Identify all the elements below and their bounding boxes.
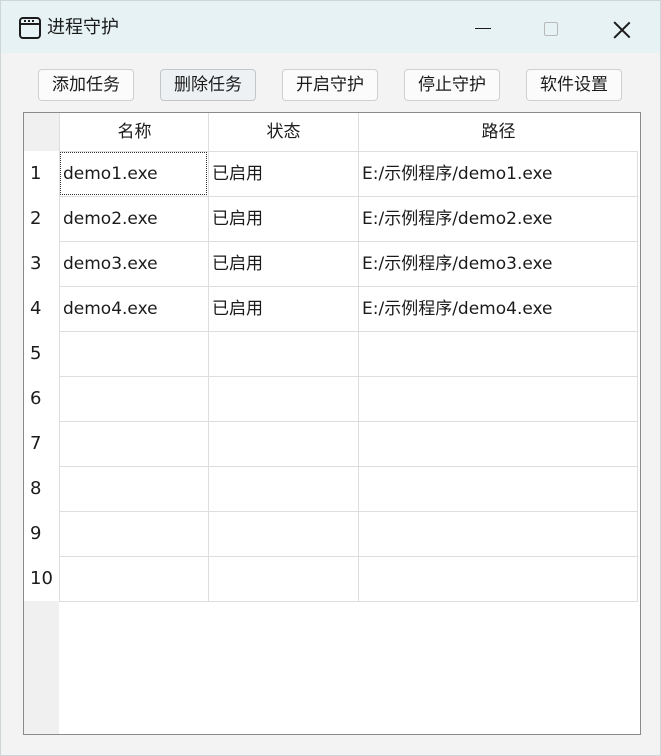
row-number[interactable]: 8 — [24, 466, 59, 511]
row-number[interactable]: 5 — [24, 331, 59, 376]
cell-path[interactable]: E:/示例程序/demo1.exe — [358, 151, 638, 196]
column-header-status[interactable]: 状态 — [208, 113, 358, 151]
cell-path[interactable] — [358, 466, 638, 511]
row-number[interactable]: 2 — [24, 196, 59, 241]
cell-status[interactable] — [208, 556, 358, 601]
add-task-button[interactable]: 添加任务 — [38, 69, 134, 101]
cell-name[interactable] — [59, 556, 208, 601]
cell-status[interactable] — [208, 421, 358, 466]
cell-name[interactable] — [59, 466, 208, 511]
maximize-button[interactable] — [529, 9, 575, 47]
cell-path[interactable] — [358, 556, 638, 601]
row-number[interactable]: 9 — [24, 511, 59, 556]
cell-path[interactable] — [358, 331, 638, 376]
cell-status[interactable] — [208, 376, 358, 421]
window-title: 进程守护 — [47, 17, 119, 38]
maximize-icon — [544, 22, 558, 36]
cell-name[interactable]: demo3.exe — [59, 241, 208, 286]
cell-name[interactable]: demo1.exe — [59, 151, 208, 196]
window-app-icon — [19, 17, 41, 39]
minimize-icon — [475, 28, 491, 29]
cell-status[interactable]: 已启用 — [208, 286, 358, 331]
cell-status[interactable]: 已启用 — [208, 151, 358, 196]
cell-name[interactable] — [59, 331, 208, 376]
cell-status[interactable]: 已启用 — [208, 241, 358, 286]
row-number[interactable]: 6 — [24, 376, 59, 421]
settings-button[interactable]: 软件设置 — [526, 69, 622, 101]
row-number[interactable]: 10 — [24, 556, 59, 601]
delete-task-button[interactable]: 删除任务 — [160, 69, 256, 101]
row-number[interactable]: 3 — [24, 241, 59, 286]
cell-name[interactable]: demo4.exe — [59, 286, 208, 331]
cell-name[interactable] — [59, 421, 208, 466]
app-window: 进程守护 添加任务 删除任务 开启守护 停止守护 软件设置 名称 状态 路径 1… — [0, 0, 661, 756]
column-header-path[interactable]: 路径 — [358, 113, 638, 151]
cell-name[interactable] — [59, 376, 208, 421]
cell-path[interactable] — [358, 376, 638, 421]
cell-name[interactable]: demo2.exe — [59, 196, 208, 241]
close-button[interactable] — [599, 9, 645, 47]
stop-guard-button[interactable]: 停止守护 — [404, 69, 500, 101]
cell-status[interactable]: 已启用 — [208, 196, 358, 241]
row-number[interactable]: 7 — [24, 421, 59, 466]
cell-path[interactable]: E:/示例程序/demo4.exe — [358, 286, 638, 331]
cell-path[interactable]: E:/示例程序/demo3.exe — [358, 241, 638, 286]
row-number[interactable]: 4 — [24, 286, 59, 331]
cell-path[interactable] — [358, 421, 638, 466]
column-header-name[interactable]: 名称 — [59, 113, 209, 151]
table-bottom-border — [59, 601, 638, 602]
cell-path[interactable] — [358, 511, 638, 556]
cell-name[interactable] — [59, 511, 208, 556]
cell-status[interactable] — [208, 466, 358, 511]
start-guard-button[interactable]: 开启守护 — [282, 69, 378, 101]
task-table[interactable]: 名称 状态 路径 1 demo1.exe 已启用 E:/示例程序/demo1.exe 2… — [23, 112, 641, 735]
cell-status[interactable] — [208, 331, 358, 376]
cell-status[interactable] — [208, 511, 358, 556]
minimize-button[interactable] — [461, 9, 507, 47]
cell-path[interactable]: E:/示例程序/demo2.exe — [358, 196, 638, 241]
title-bar[interactable]: 进程守护 — [1, 1, 660, 53]
row-number[interactable]: 1 — [24, 151, 59, 196]
